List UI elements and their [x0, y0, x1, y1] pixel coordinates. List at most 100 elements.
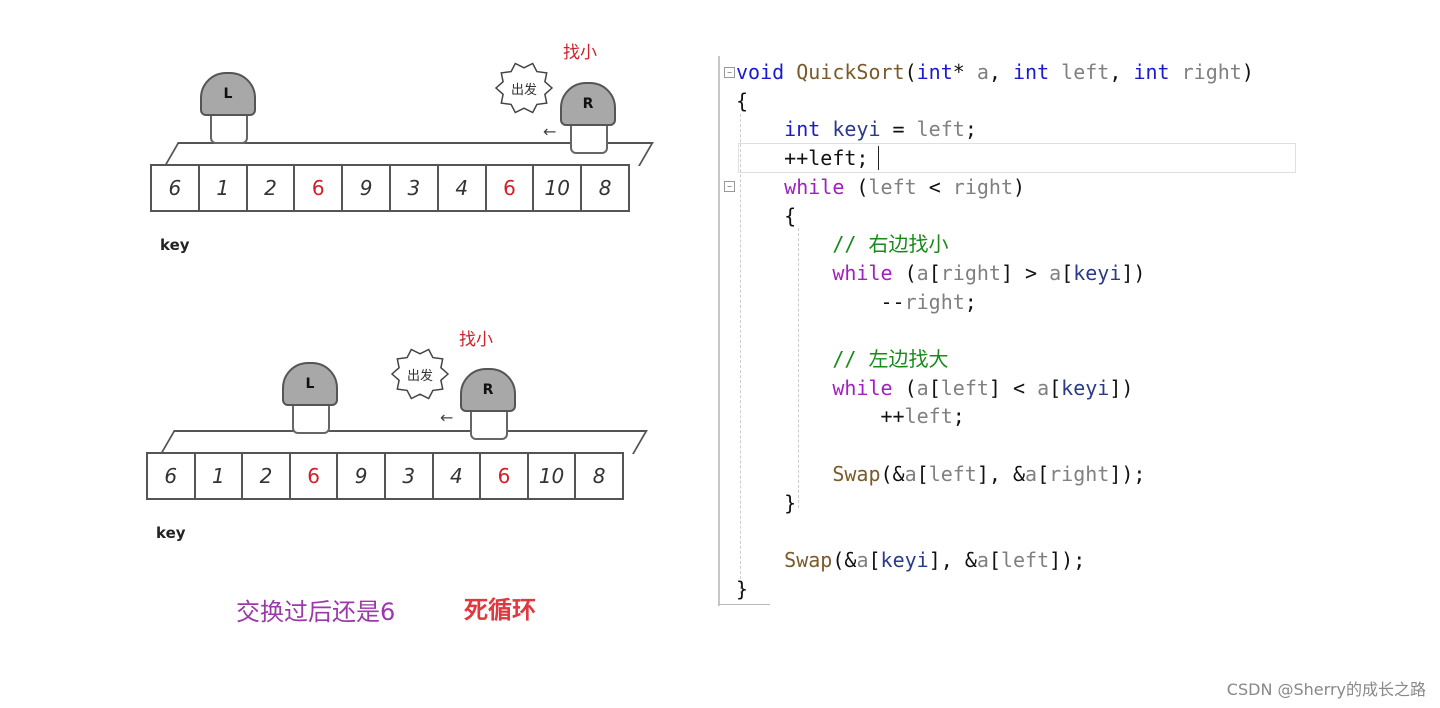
- code-token: ]): [1109, 375, 1134, 400]
- code-token: [: [916, 461, 929, 486]
- array-cell: 10: [534, 166, 583, 210]
- find-smaller-label: 找小: [563, 43, 597, 63]
- bubble-text: 出发: [510, 82, 537, 98]
- array-cell: 6: [487, 166, 535, 210]
- code-token: left: [868, 174, 917, 199]
- code-line: while (a[left] < a[keyi]): [736, 374, 1133, 402]
- array-cell: 8: [592, 464, 606, 488]
- code-token: (: [892, 260, 917, 285]
- array-cell: 8: [598, 176, 612, 200]
- code-token: ;: [964, 289, 977, 314]
- array-row: 6 1 2 6 9 3 4 6 10 8: [150, 164, 630, 212]
- speech-bubble: 出发: [494, 60, 554, 116]
- code-token: a: [1049, 260, 1062, 285]
- fold-toggle-icon[interactable]: −: [724, 67, 735, 78]
- code-token: ): [1013, 174, 1026, 199]
- code-token: left: [940, 375, 989, 400]
- code-line: int keyi = left;: [736, 115, 977, 143]
- caption-note: 交换过后还是6: [236, 598, 396, 626]
- code-line: {: [736, 202, 796, 230]
- code-token: keyi: [832, 117, 881, 142]
- editor-bottom-border: [718, 604, 770, 605]
- code-token: left: [1000, 547, 1050, 572]
- code-line: }: [736, 575, 748, 603]
- arrow-left-icon: ←: [543, 122, 557, 141]
- array-cell: 6: [152, 166, 200, 210]
- code-token: while: [784, 174, 845, 199]
- code-line: }: [736, 489, 796, 517]
- code-token: keyi: [1073, 260, 1122, 285]
- code-token: ;: [856, 146, 869, 171]
- code-token: right: [1049, 461, 1110, 486]
- code-token: a: [856, 547, 869, 572]
- code-token: right: [952, 174, 1013, 199]
- code-token: [: [1049, 375, 1062, 400]
- array-cell: 6: [295, 166, 344, 210]
- code-token: ): [1241, 60, 1254, 84]
- code-token: a: [976, 547, 989, 572]
- code-token: int: [784, 117, 833, 142]
- code-token: =: [880, 117, 917, 142]
- code-token: ] <: [988, 375, 1038, 400]
- code-token: (: [844, 174, 869, 199]
- code-token: a: [1037, 375, 1050, 400]
- code-token: [: [1037, 461, 1050, 486]
- watermark: CSDN @Sherry的成长之路: [1226, 680, 1426, 699]
- text-caret: [878, 146, 879, 170]
- code-token: ], &: [976, 461, 1026, 486]
- code-token: keyi: [880, 547, 929, 572]
- code-token: --: [736, 289, 905, 314]
- key-label: key: [160, 236, 190, 254]
- array-cell: 6: [291, 454, 339, 498]
- find-smaller-label: 找小: [459, 330, 493, 350]
- code-token: ]): [1121, 260, 1146, 285]
- code-token: Swap: [784, 547, 833, 572]
- code-token: left: [808, 146, 857, 171]
- code-token: ;: [952, 404, 965, 429]
- code-line: while (left < right): [736, 173, 1025, 201]
- code-token: a: [916, 260, 929, 285]
- code-line: Swap(&a[left], &a[right]);: [736, 460, 1145, 488]
- code-token: {: [736, 88, 749, 113]
- code-token: a: [904, 461, 917, 486]
- code-token: (&: [880, 461, 905, 486]
- code-token: ]);: [1109, 461, 1146, 486]
- code-token: int: [1013, 60, 1062, 84]
- array-cell: 10: [529, 454, 577, 498]
- code-token: {: [736, 203, 797, 228]
- code-editor[interactable]: − − void QuickSort(int* a, int left, int…: [718, 56, 1298, 606]
- code-token: ;: [964, 117, 977, 142]
- code-token: keyi: [1061, 375, 1110, 400]
- code-token: Swap: [832, 461, 881, 486]
- code-token: right: [1181, 60, 1242, 84]
- code-line: --right;: [736, 288, 977, 316]
- code-token: (: [892, 375, 917, 400]
- code-token: (: [904, 60, 917, 84]
- code-token: [: [928, 375, 941, 400]
- code-token: [: [928, 260, 941, 285]
- code-token: [: [988, 547, 1001, 572]
- speech-bubble: 出发: [390, 346, 450, 402]
- code-token: QuickSort: [796, 60, 905, 84]
- fold-toggle-icon[interactable]: −: [724, 181, 735, 192]
- code-token: // 右边找小: [832, 232, 949, 257]
- array-cell: 9: [338, 454, 386, 498]
- code-line: Swap(&a[keyi], &a[left]);: [736, 546, 1085, 574]
- code-line: while (a[right] > a[keyi]): [736, 259, 1145, 287]
- code-token: left: [1061, 60, 1110, 84]
- array-cell: 2: [248, 166, 296, 210]
- code-token: left: [916, 117, 965, 142]
- code-line: ++left;: [736, 144, 868, 172]
- right-pointer-helmet-icon: R: [560, 82, 616, 126]
- code-token: while: [832, 375, 893, 400]
- code-token: right: [904, 289, 965, 314]
- editor-gutter-line: [718, 56, 720, 606]
- code-token: while: [832, 260, 893, 285]
